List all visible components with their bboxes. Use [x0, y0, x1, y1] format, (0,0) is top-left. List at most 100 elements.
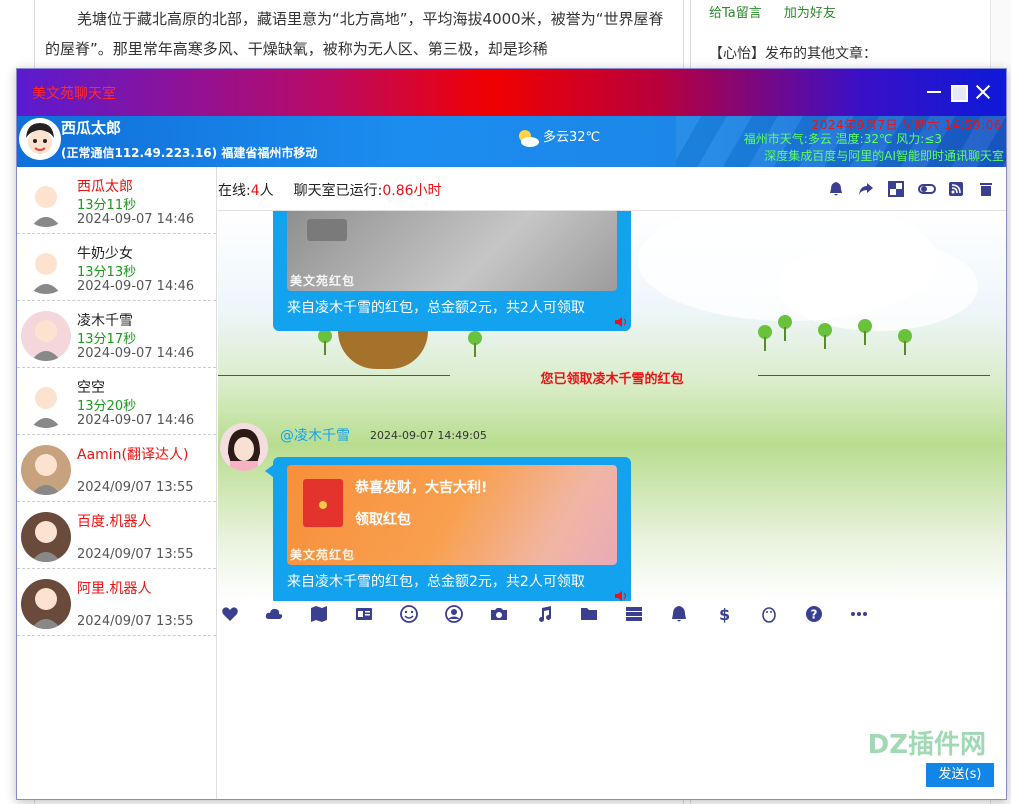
member-list-item[interactable]: Aamin(翻译达人) 2024/09/07 13:55 [17, 435, 216, 502]
member-list-item[interactable]: 凌木千雪 13分17秒 2024-09-07 14:46 [17, 301, 216, 368]
minimize-icon[interactable] [925, 83, 943, 101]
message-area[interactable]: 美文苑红包 来自凌木千雪的红包，总金额2元，共2人可领取 您已领取凌木千雪的红包… [218, 211, 1006, 601]
speaker-icon [615, 591, 626, 601]
red-packet-message[interactable]: 美文苑红包 来自凌木千雪的红包，总金额2元，共2人可领取 [273, 211, 631, 331]
music-icon[interactable] [535, 605, 553, 623]
watermark-logo: DZ插件网 [867, 730, 986, 760]
claim-notice-text: 您已领取凌木千雪的红包 [540, 372, 684, 387]
title-bar[interactable]: 美文苑聊天室 [17, 69, 1006, 116]
folder-icon[interactable] [580, 605, 598, 623]
packet-greeting: 恭喜发财，大吉大利! [355, 480, 488, 496]
member-list-item[interactable]: 西瓜太郎 13分11秒 2024-09-07 14:46 [17, 167, 216, 234]
add-friend-link[interactable]: 加为好友 [784, 6, 836, 21]
join-time: 2024-09-07 14:46 [77, 212, 195, 227]
member-list-item[interactable]: 牛奶少女 13分13秒 2024-09-07 14:46 [17, 234, 216, 301]
member-name: 阿里.机器人 [77, 581, 152, 597]
avatar[interactable] [21, 445, 71, 495]
red-packet-card[interactable]: 美文苑红包 [287, 211, 617, 291]
member-list-item[interactable]: 空空 13分20秒 2024-09-07 14:46 [17, 368, 216, 435]
claim-packet-link[interactable]: 领取红包 [355, 509, 411, 529]
claim-notice: 您已领取凌木千雪的红包 [218, 369, 1006, 387]
packet-brand: 美文苑红包 [290, 548, 356, 562]
status-toolbar [828, 181, 996, 197]
packet-caption: 来自凌木千雪的红包，总金额2元，共2人可领取 [287, 300, 585, 316]
toggle-icon[interactable] [918, 181, 936, 197]
join-time: 2024-09-07 14:46 [77, 413, 195, 428]
avatar[interactable] [21, 311, 71, 361]
more-icon[interactable] [850, 605, 868, 623]
maximize-icon[interactable] [949, 83, 968, 102]
member-name: 凌木千雪 [77, 313, 133, 329]
penguin-icon[interactable] [760, 605, 778, 623]
camera-icon[interactable] [490, 605, 508, 623]
avatar[interactable] [21, 579, 71, 629]
runtime-value: 0.86 [382, 183, 414, 199]
article-paragraph: 羌塘位于藏北高原的北部，藏语里意为“北方高地”，平均海拔4000米，被誉为“世界… [45, 10, 664, 58]
online-duration: 13分11秒 [77, 198, 137, 213]
join-time: 2024/09/07 13:55 [77, 614, 194, 629]
scene-boat [338, 331, 428, 369]
rss-icon[interactable] [948, 181, 966, 197]
sender-name[interactable]: @凌木千雪 [280, 425, 350, 445]
my-avatar[interactable] [19, 118, 61, 160]
svg-text:?: ? [811, 608, 818, 622]
promo-text: 深度集成百度与阿里的AI智能即时通讯聊天室 [764, 149, 1004, 163]
close-icon[interactable] [974, 83, 992, 101]
help-icon[interactable]: ? [805, 605, 823, 623]
bell-icon[interactable] [828, 181, 846, 197]
smile-icon[interactable] [400, 605, 418, 623]
packet-brand: 美文苑红包 [290, 274, 356, 288]
cloud-icon[interactable] [265, 605, 283, 623]
member-list-item[interactable]: 阿里.机器人 2024/09/07 13:55 [17, 569, 216, 636]
window-title: 美文苑聊天室 [32, 86, 116, 102]
author-links: 给Ta留言 加为好友 [709, 2, 972, 21]
avatar[interactable] [21, 512, 71, 562]
avatar[interactable] [21, 177, 71, 227]
other-articles-heading: 【心怡】发布的其他文章： [709, 46, 877, 62]
red-packet-message[interactable]: 恭喜发财，大吉大利! 领取红包 美文苑红包 来自凌木千雪的红包，总金额2元，共2… [265, 457, 631, 601]
join-time: 2024/09/07 13:55 [77, 547, 194, 562]
avatar[interactable] [21, 244, 71, 294]
join-time: 2024-09-07 14:46 [77, 346, 195, 361]
red-packet-card[interactable]: 恭喜发财，大吉大利! 领取红包 美文苑红包 [287, 465, 617, 565]
runtime-unit: 小时 [413, 183, 442, 199]
dollar-icon[interactable]: $ [715, 605, 733, 624]
member-list: 西瓜太郎 13分11秒 2024-09-07 14:46 牛奶少女 13分13秒 2024… [17, 167, 217, 799]
online-duration: 13分17秒 [77, 332, 137, 347]
map-icon[interactable] [310, 605, 328, 623]
online-duration: 13分20秒 [77, 399, 137, 414]
weather-text: 多云32℃ [543, 130, 601, 145]
sender-avatar[interactable] [220, 423, 268, 471]
member-name: 空空 [77, 380, 105, 396]
user-info-bar: 西瓜太郎 (正常通信112.49.223.16) 福建省福州市移动 多云32℃ … [17, 116, 1006, 167]
svg-text:$: $ [719, 605, 730, 623]
trash-icon[interactable] [978, 181, 996, 197]
online-label: 在线: [218, 183, 251, 199]
packet-caption: 来自凌木千雪的红包，总金额2元，共2人可领取 [287, 574, 585, 590]
join-time: 2024-09-07 14:46 [77, 279, 195, 294]
weather-widget: 多云32℃ [515, 126, 600, 149]
runtime-label: 聊天室已运行: [293, 183, 383, 199]
heart-icon[interactable] [221, 605, 239, 623]
bell-icon[interactable] [670, 605, 688, 623]
online-unit: 人 [259, 183, 274, 199]
theme-icon[interactable] [888, 181, 906, 197]
member-list-item[interactable]: 百度.机器人 2024/09/07 13:55 [17, 502, 216, 569]
share-icon[interactable] [858, 181, 876, 197]
red-envelope-icon [303, 479, 343, 527]
user-circle-icon[interactable] [445, 605, 463, 623]
my-name: 西瓜太郎 [61, 119, 122, 137]
member-name: Aamin(翻译达人) [77, 447, 189, 463]
message-time: 2024-09-07 14:49:05 [370, 429, 487, 442]
avatar[interactable] [21, 378, 71, 428]
leave-message-link[interactable]: 给Ta留言 [709, 6, 762, 21]
send-button[interactable]: 发送(s) [926, 763, 994, 787]
online-count: 4 [250, 183, 260, 199]
member-name: 百度.机器人 [77, 514, 152, 530]
partly-cloudy-icon [519, 129, 539, 147]
input-toolbar: $ ? [218, 601, 1006, 627]
message-input[interactable]: DZ插件网 发送(s) [218, 629, 1006, 799]
id-card-icon[interactable] [355, 605, 373, 623]
server-icon[interactable] [625, 605, 643, 623]
chat-window: 美文苑聊天室 西瓜太郎 (正常通信112.49.223.16) 福建省福州市移动… [16, 68, 1007, 800]
